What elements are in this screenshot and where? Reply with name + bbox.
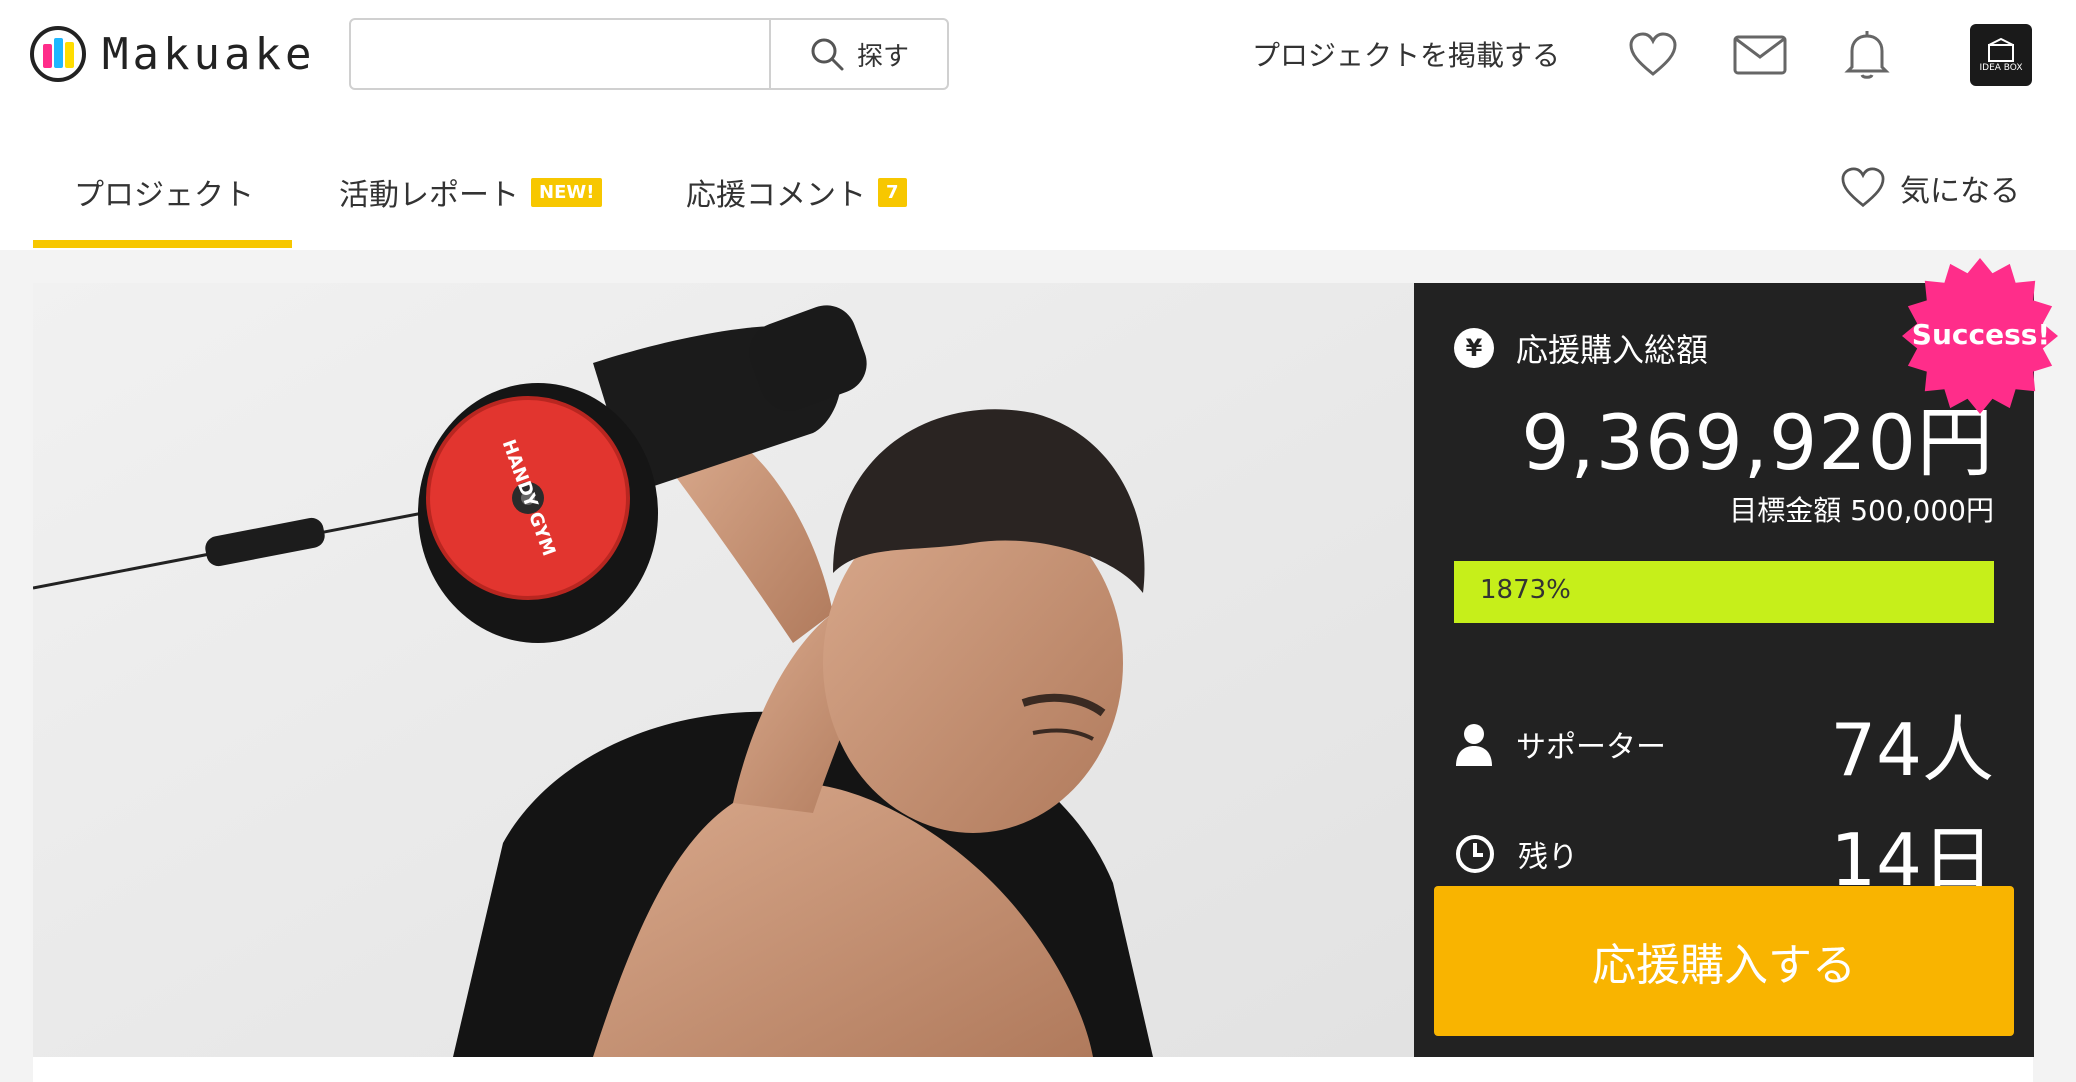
total-label: 応援購入総額 — [1516, 331, 1709, 369]
search-box: 探す — [349, 18, 949, 90]
search-button[interactable]: 探す — [769, 20, 947, 88]
search-button-label: 探す — [856, 41, 909, 72]
yen-icon: ¥ — [1454, 328, 1494, 368]
project-tabs: プロジェクト 活動レポート NEW! 応援コメント 7 気になる — [0, 110, 2076, 250]
new-badge: NEW! — [531, 177, 603, 207]
tab-label: プロジェクト — [74, 178, 254, 213]
makuake-logo[interactable]: Makuake — [30, 26, 315, 82]
supporters-label: サポーター — [1516, 729, 1666, 765]
supporters-value: 74人 — [1830, 708, 1994, 792]
mail-icon[interactable] — [1733, 28, 1787, 82]
logo-text: Makuake — [102, 28, 316, 80]
tab-label: 活動レポート — [339, 178, 519, 213]
heart-icon — [1841, 167, 1885, 208]
progress-percent: 1873% — [1480, 575, 1571, 605]
supporters-row: サポーター 74人 — [1454, 691, 1994, 796]
favorite-label: 気になる — [1900, 174, 2020, 209]
remaining-label: 残り — [1518, 839, 1578, 875]
post-project-link[interactable]: プロジェクトを掲載する — [1252, 34, 1560, 74]
comment-count-badge: 7 — [878, 177, 907, 207]
success-badge-text: Success! — [1911, 318, 2051, 351]
tab-label: 応援コメント — [686, 178, 866, 213]
active-tab-indicator — [33, 240, 292, 248]
project-main: HANDY GYM ¥ 応援購入総額 9,369,920円 目標金額 500,0… — [0, 250, 2076, 1082]
support-purchase-button[interactable]: 応援購入する — [1434, 886, 2014, 1036]
avatar-label: IDEA BOX — [1979, 63, 2023, 73]
box-icon — [1988, 37, 2014, 62]
funding-progress-bar: 1873% — [1454, 561, 1994, 623]
tab-support-comments[interactable]: 応援コメント 7 — [686, 170, 907, 214]
tab-activity-report[interactable]: 活動レポート NEW! — [339, 170, 603, 214]
logo-mark-icon — [30, 26, 86, 82]
bell-icon[interactable] — [1840, 28, 1894, 82]
content-divider — [33, 1057, 2033, 1082]
project-hero-image[interactable]: HANDY GYM — [33, 283, 1414, 1057]
total-label-row: ¥ 応援購入総額 — [1454, 325, 1708, 371]
favorite-button[interactable]: 気になる — [1840, 166, 2020, 210]
user-avatar[interactable]: IDEA BOX — [1970, 24, 2032, 86]
site-header: Makuake 探す プロジェクトを掲載する IDEA BOX — [0, 0, 2076, 110]
tab-project[interactable]: プロジェクト — [74, 170, 254, 214]
search-icon — [811, 38, 844, 71]
hero-illustration: HANDY GYM — [33, 283, 1414, 1057]
person-icon — [1456, 723, 1492, 766]
target-amount: 目標金額 500,000円 — [1729, 494, 1994, 527]
heart-icon[interactable] — [1626, 28, 1680, 82]
clock-icon — [1456, 834, 1494, 873]
search-input[interactable] — [351, 20, 769, 88]
